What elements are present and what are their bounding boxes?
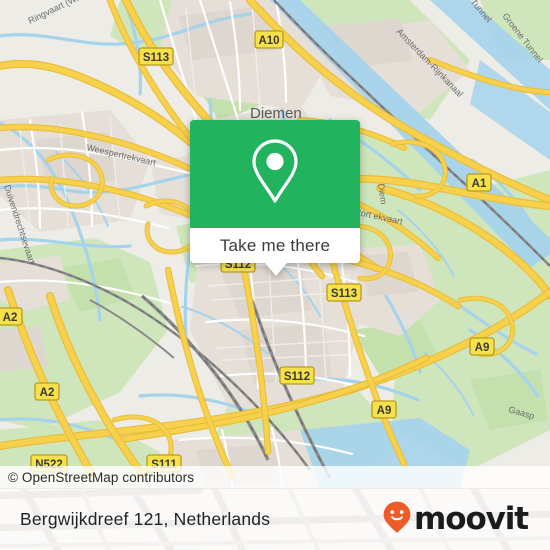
map-pin-icon <box>247 137 303 212</box>
footer-bar: Bergwijkdreef 121, Netherlands moovit <box>0 488 550 550</box>
moovit-wordmark: moovit <box>414 500 529 537</box>
svg-text:A9: A9 <box>475 342 490 354</box>
footer-address-label: Bergwijkdreef 121, Netherlands <box>20 508 271 529</box>
svg-text:S112: S112 <box>284 371 310 383</box>
osm-attribution-text: © OpenStreetMap contributors <box>8 469 195 485</box>
map-screenshot: .w{fill:#a5d3ec} .wl{stroke:#a5d3ec;fill… <box>0 0 550 550</box>
svg-text:S113: S113 <box>143 52 169 64</box>
svg-text:A10: A10 <box>258 35 279 47</box>
svg-text:A1: A1 <box>472 178 487 190</box>
take-me-there-popup[interactable]: Take me there <box>190 120 360 276</box>
take-me-there-label: Take me there <box>219 235 331 255</box>
moovit-logo[interactable]: moovit <box>382 500 529 539</box>
svg-text:A2: A2 <box>3 312 18 324</box>
popup-pin-panel <box>190 120 360 228</box>
svg-text:A2: A2 <box>40 387 55 399</box>
popup-action-row[interactable]: Take me there <box>190 228 360 263</box>
svg-text:S113: S113 <box>331 288 357 300</box>
moovit-smiley-pin-icon <box>382 500 412 539</box>
osm-attribution-bar: © OpenStreetMap contributors <box>0 466 550 488</box>
popup-pointer-tail <box>265 263 287 276</box>
svg-text:A9: A9 <box>377 405 392 417</box>
